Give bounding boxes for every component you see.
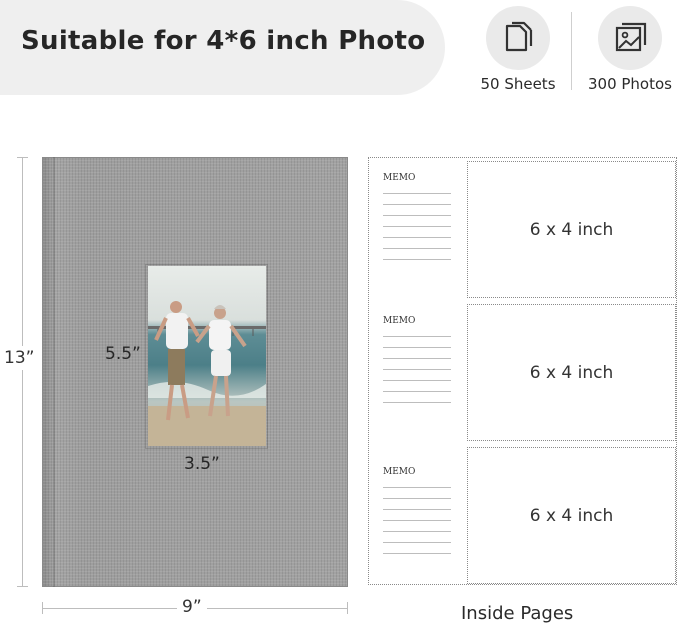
memo-block: MEMO [383, 173, 453, 260]
memo-line [383, 402, 451, 403]
inside-pages-diagram: MEMO 6 x 4 inch MEMO 6 x 4 inch MEMO 6 x… [368, 157, 677, 585]
memo-line [383, 215, 451, 216]
album-spine [53, 157, 55, 587]
memo-line [383, 259, 451, 260]
memo-line [383, 391, 451, 392]
memo-line [383, 226, 451, 227]
memo-block: MEMO [383, 467, 453, 554]
photos-icon [598, 6, 662, 70]
inside-pages-caption: Inside Pages [461, 603, 574, 624]
memo-label: MEMO [383, 173, 416, 183]
feature-label-photos: 300 Photos [587, 75, 672, 93]
photo-slot-size: 6 x 4 inch [529, 505, 614, 526]
banner-title: Suitable for 4*6 inch Photo [21, 26, 426, 56]
photo-slot: 6 x 4 inch [467, 447, 676, 584]
title-banner: Suitable for 4*6 inch Photo [0, 0, 445, 95]
feature-divider [571, 12, 572, 90]
memo-line [383, 248, 451, 249]
memo-line [383, 509, 451, 510]
height-dimension-cap-bottom [17, 586, 28, 587]
memo-line [383, 498, 451, 499]
width-dimension-cap-right [347, 602, 348, 614]
memo-block: MEMO [383, 316, 453, 403]
memo-line [383, 531, 451, 532]
memo-line [383, 380, 451, 381]
memo-line [383, 193, 451, 194]
memo-label: MEMO [383, 467, 416, 477]
memo-line [383, 336, 451, 337]
memo-line [383, 347, 451, 348]
memo-line [383, 237, 451, 238]
memo-line [383, 369, 451, 370]
photo-slot-size: 6 x 4 inch [529, 219, 614, 240]
memo-line [383, 553, 451, 554]
feature-photos: 300 Photos [575, 6, 679, 93]
feature-label-sheets: 50 Sheets [480, 75, 556, 93]
window-height-label: 5.5” [105, 344, 141, 364]
height-dimension-line [22, 157, 23, 587]
cover-photo [148, 266, 266, 446]
memo-line [383, 204, 451, 205]
photo-album-cover: 5.5” 3.5” [42, 157, 348, 587]
memo-line [383, 520, 451, 521]
pages-icon [486, 6, 550, 70]
memo-line [383, 487, 451, 488]
cover-photo-window [145, 264, 268, 449]
window-width-label: 3.5” [184, 454, 220, 474]
photo-slot-size: 6 x 4 inch [529, 362, 614, 383]
feature-sheets: 50 Sheets [463, 6, 573, 93]
memo-line [383, 542, 451, 543]
photo-slot: 6 x 4 inch [467, 304, 676, 441]
photo-slot: 6 x 4 inch [467, 161, 676, 298]
height-dimension-label: 13” [4, 346, 35, 370]
width-dimension-cap-left [42, 602, 43, 614]
height-dimension-cap-top [17, 157, 28, 158]
memo-line [383, 358, 451, 359]
width-dimension-label: 9” [177, 597, 207, 617]
memo-label: MEMO [383, 316, 416, 326]
